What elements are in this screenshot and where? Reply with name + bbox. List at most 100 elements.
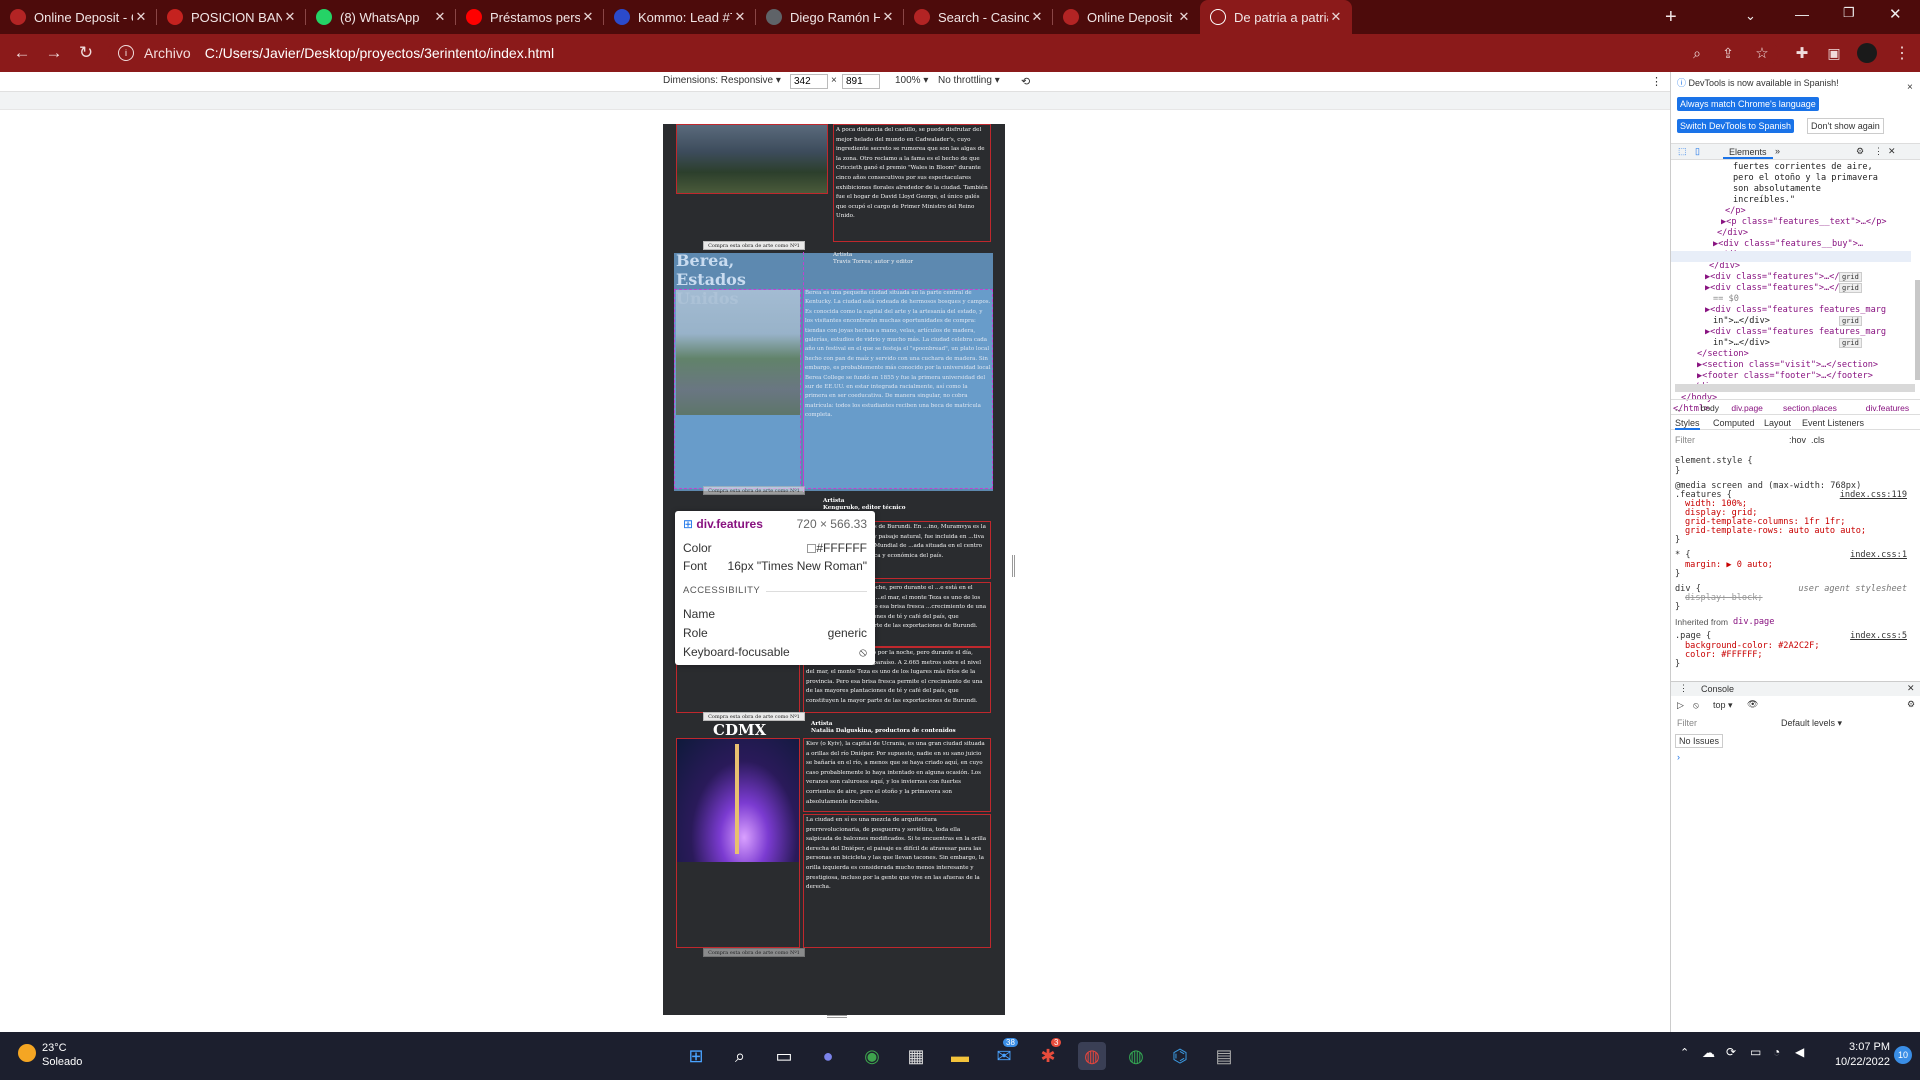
tab-close-icon[interactable]: ✕ [580,9,596,25]
css-line[interactable]: } [1675,602,1680,612]
tab-3[interactable]: (8) WhatsApp ✕ [306,0,456,34]
tab-styles[interactable]: Styles [1675,418,1700,430]
inspect-icon[interactable]: ⬚ [1678,146,1687,157]
tab-close-icon[interactable]: ✕ [1176,9,1192,25]
inherited-selector[interactable]: div.page [1733,617,1774,627]
hov-toggle[interactable]: :hov [1789,435,1806,445]
buy-button-berea[interactable]: Compra esta obra de arte como Nº1 [703,486,805,495]
levels-select[interactable]: Default levels ▾ [1781,718,1842,729]
notification-badge[interactable]: 10 [1894,1046,1912,1064]
wifi-icon[interactable]: ◔ [1773,1045,1780,1059]
tab-event-listeners[interactable]: Event Listeners [1802,418,1864,428]
always-match-language-button[interactable]: Always match Chrome's language [1677,97,1819,111]
width-input[interactable] [790,74,828,89]
dom-line[interactable]: ▶<footer class="footer">…</footer> [1697,371,1873,381]
styles-filter-input[interactable]: Filter [1675,435,1755,445]
context-select[interactable]: top ▾ [1713,700,1733,711]
css-line[interactable]: * { [1675,550,1691,560]
switch-to-spanish-button[interactable]: Switch DevTools to Spanish [1677,119,1795,133]
tab-2[interactable]: POSICION BANCARIA✕ [157,0,306,34]
dom-scrollbar[interactable] [1915,280,1920,380]
sidepanel-icon[interactable]: ▣ [1822,41,1846,65]
tab-1[interactable]: Online Deposit - Casin✕ [0,0,157,34]
vscode-icon[interactable]: ⌬ [1166,1042,1194,1070]
profile-avatar[interactable] [1857,43,1877,63]
extensions-icon[interactable]: ✚ [1790,41,1814,65]
grid-badge[interactable]: grid [1839,283,1862,293]
edge-icon[interactable]: ◉ [858,1042,886,1070]
clock-time[interactable]: 3:07 PM [1832,1041,1890,1053]
share-icon[interactable]: ⇪ [1716,41,1740,65]
css-line[interactable]: grid-template-rows: auto auto auto; [1685,526,1866,536]
css-line[interactable]: margin: ▶ 0 auto; [1685,560,1773,570]
new-tab-button[interactable]: + [1655,0,1689,34]
windows-start-icon[interactable]: ⊞ [682,1042,710,1070]
tab-close-icon[interactable]: ✕ [732,9,748,25]
tab-8[interactable]: Online Deposit - Casin✕ [1053,0,1200,34]
console-sidebar-icon[interactable]: ▷ [1677,700,1684,711]
dom-line[interactable]: in">…</div> [1713,338,1770,348]
clock-date[interactable]: 10/22/2022 [1822,1056,1890,1068]
clear-console-icon[interactable]: ⦸ [1693,700,1699,711]
issues-button[interactable]: No Issues [1675,734,1724,748]
tab-close-icon[interactable]: ✕ [880,9,896,25]
breadcrumb-item[interactable]: div.features [1866,403,1909,413]
dont-show-again-button[interactable]: Don't show again [1807,118,1884,134]
dom-line[interactable]: == $0 [1713,294,1739,304]
css-line[interactable]: Inherited from [1675,617,1728,627]
tab-close-icon[interactable]: ✕ [133,9,149,25]
tab-elements[interactable]: Elements [1723,147,1773,159]
breadcrumb-item[interactable]: body [1701,403,1719,413]
resize-handle-bottom[interactable] [827,1015,847,1018]
height-input[interactable] [842,74,880,89]
dom-line[interactable]: increíbles." [1733,195,1795,205]
onedrive-icon[interactable]: ☁ [1702,1045,1715,1061]
grid-badge[interactable]: grid [1839,316,1862,326]
dom-line[interactable]: fuertes corrientes de aire, [1733,162,1873,172]
console-prompt-icon[interactable]: › [1677,752,1680,762]
css-source-link[interactable]: index.css:5 [1850,631,1907,641]
tab-computed[interactable]: Computed [1713,418,1755,428]
tab-close-icon[interactable]: ✕ [432,9,448,25]
dom-line[interactable]: son absolutamente [1733,184,1821,194]
device-toggle-icon[interactable]: ▯ [1695,146,1700,157]
tab-4[interactable]: Préstamos personales:✕ [456,0,604,34]
address-bar[interactable]: i Archivo C:/Users/Javier/Desktop/proyec… [108,39,1778,67]
dimensions-select[interactable]: Dimensions: Responsive ▾ [663,75,781,86]
tab-close-icon[interactable]: ✕ [282,9,298,25]
css-line[interactable]: element.style { [1675,456,1753,466]
dom-line[interactable]: ▶<section class="visit">…</section> [1697,360,1878,370]
bookmark-star-icon[interactable]: ☆ [1750,41,1774,65]
device-menu-icon[interactable]: ⋮ [1651,75,1662,88]
tab-close-icon[interactable]: ✕ [1328,9,1344,25]
cls-toggle[interactable]: .cls [1811,435,1825,445]
weather-label[interactable]: Soleado [42,1056,82,1068]
css-line[interactable]: } [1675,569,1680,579]
css-source-link[interactable]: index.css:119 [1840,490,1907,500]
breadcrumb-item[interactable]: div.page [1731,403,1763,413]
tray-chevron-icon[interactable]: ⌃ [1680,1046,1689,1059]
more-tabs-icon[interactable]: » [1775,146,1780,156]
info-icon[interactable]: i [118,45,134,61]
forward-icon[interactable]: → [42,41,66,65]
dom-hscrollbar[interactable] [1675,384,1915,392]
display-icon[interactable]: ▭ [1750,1045,1761,1059]
close-window-icon[interactable]: ✕ [1889,5,1902,23]
grid-badge[interactable]: grid [1839,338,1862,348]
devtools-menu-icon[interactable]: ⋮ [1874,146,1883,157]
address-url[interactable]: C:/Users/Javier/Desktop/proyectos/3erint… [205,45,554,61]
dom-line[interactable]: ▶<div class="features features_marg [1705,327,1886,337]
file-explorer-icon[interactable]: ▬ [946,1042,974,1070]
sync-icon[interactable]: ⟳ [1726,1045,1736,1059]
breadcrumb-item[interactable]: section.places [1783,403,1837,413]
eye-icon[interactable]: 👁 [1747,699,1758,710]
dom-line[interactable]: ▶<p class="features__text">…</p> [1721,217,1887,227]
dom-line[interactable]: </div> [1709,261,1740,271]
menu-kebab-icon[interactable]: ⋮ [1890,41,1914,65]
tab-layout[interactable]: Layout [1764,418,1791,428]
chrome-icon[interactable]: ◍ [1078,1042,1106,1070]
dom-line[interactable]: ▶<div class="features">…</div> [1705,272,1860,282]
console-tab[interactable]: Console [1701,684,1734,694]
drawer-close-icon[interactable]: ✕ [1907,683,1915,694]
buy-button-cdmx[interactable]: Compra esta obra de arte como Nº1 [703,948,805,957]
